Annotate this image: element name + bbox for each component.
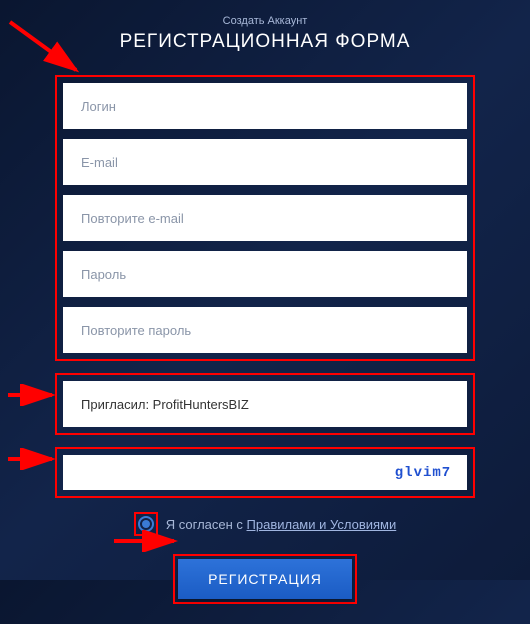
agreement-text: Я согласен с Правилами и Условиями — [166, 517, 397, 532]
email-repeat-input[interactable] — [63, 195, 467, 241]
terms-link[interactable]: Правилами и Условиями — [247, 517, 397, 532]
agreement-radio-highlight — [134, 512, 158, 536]
page-title: РЕГИСТРАЦИОННАЯ ФОРМА — [55, 31, 475, 53]
radio-dot-icon — [142, 520, 150, 528]
referral-input[interactable] — [63, 381, 467, 427]
password-input[interactable] — [63, 251, 467, 297]
register-button[interactable]: РЕГИСТРАЦИЯ — [178, 559, 352, 599]
submit-row: РЕГИСТРАЦИЯ — [55, 554, 475, 604]
create-account-subtitle: Создать Аккаунт — [55, 15, 475, 27]
submit-highlight: РЕГИСТРАЦИЯ — [173, 554, 357, 604]
password-repeat-input[interactable] — [63, 307, 467, 353]
captcha-image: glvim7 — [379, 455, 467, 490]
agreement-row: Я согласен с Правилами и Условиями — [55, 512, 475, 536]
email-input[interactable] — [63, 139, 467, 185]
login-input[interactable] — [63, 83, 467, 129]
main-form-block — [55, 75, 475, 361]
agreement-prefix: Я согласен с — [166, 517, 247, 532]
captcha-block: glvim7 — [55, 447, 475, 498]
agreement-radio[interactable] — [138, 516, 154, 532]
captcha-input[interactable] — [63, 455, 379, 490]
referral-block — [55, 373, 475, 435]
